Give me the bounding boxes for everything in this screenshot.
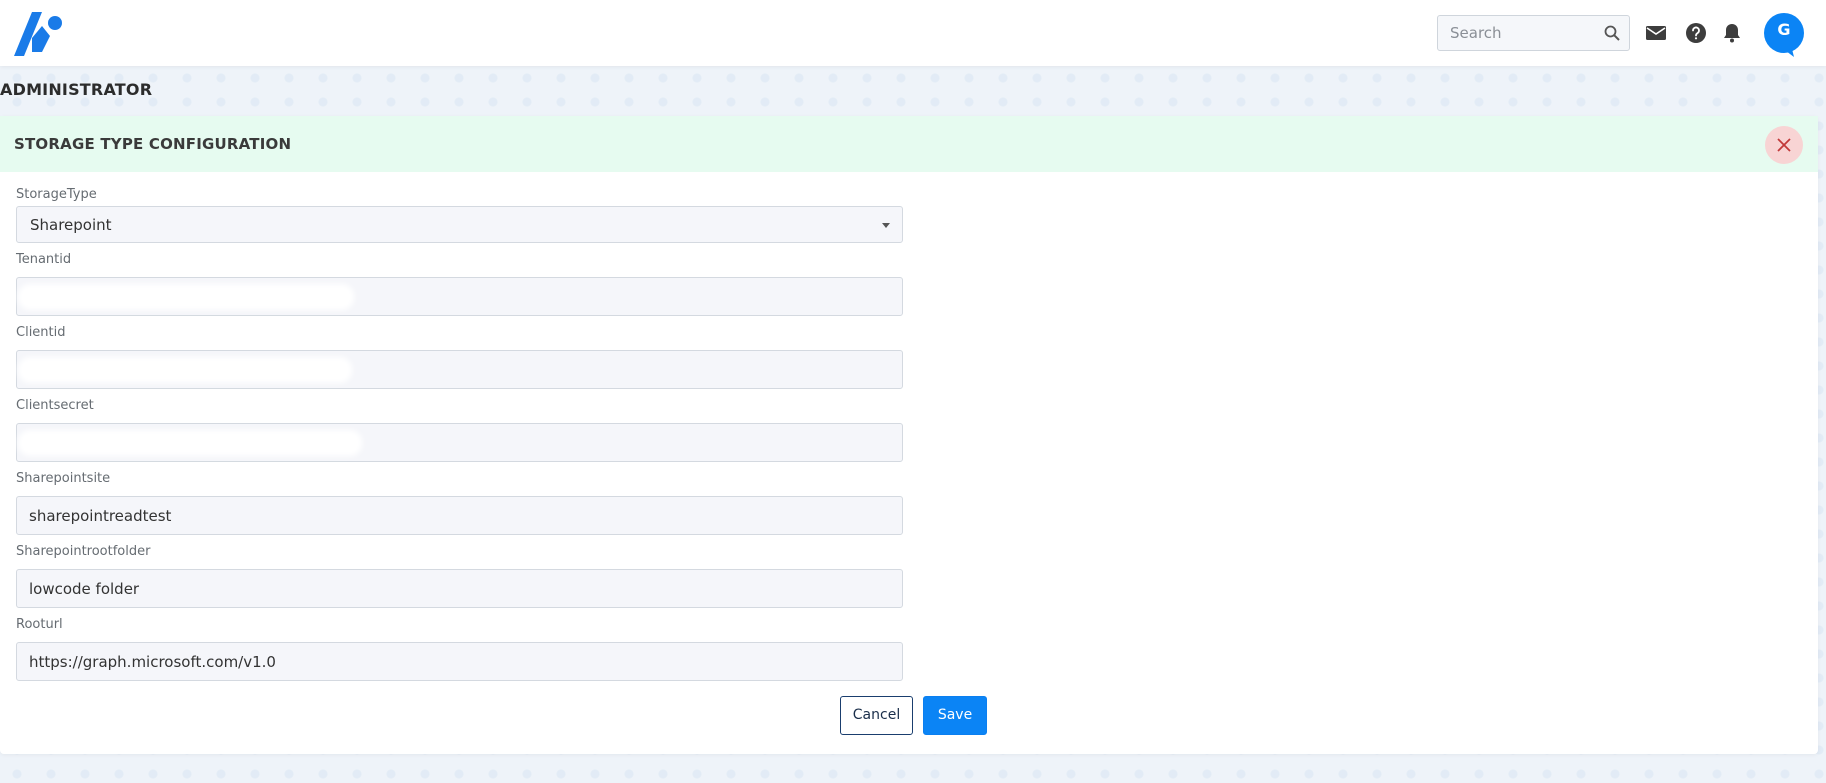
sharepoint-site-label: Sharepointsite <box>16 471 111 486</box>
app-logo-icon[interactable] <box>14 12 64 56</box>
storage-type-label: StorageType <box>16 187 97 202</box>
page-title: ADMINISTRATOR <box>0 80 153 99</box>
save-button[interactable]: Save <box>923 696 987 735</box>
help-icon[interactable] <box>1684 21 1708 45</box>
tenant-id-field <box>16 277 903 316</box>
tenant-id-label: Tenantid <box>16 252 72 267</box>
redacted-value <box>18 357 352 383</box>
close-icon <box>1777 138 1791 152</box>
root-url-input[interactable] <box>17 643 902 680</box>
client-secret-field <box>16 423 903 462</box>
user-avatar[interactable]: G <box>1764 13 1804 57</box>
top-header: G <box>0 0 1826 66</box>
client-id-label: Clientid <box>16 325 66 340</box>
caret-down-icon <box>882 223 890 228</box>
search-input[interactable] <box>1438 16 1598 50</box>
client-secret-label: Clientsecret <box>16 398 94 413</box>
storage-type-select[interactable]: Sharepoint <box>16 206 903 243</box>
panel-title: STORAGE TYPE CONFIGURATION <box>14 135 292 153</box>
close-button[interactable] <box>1765 126 1803 164</box>
sharepoint-site-input[interactable] <box>17 497 902 534</box>
cancel-button[interactable]: Cancel <box>840 696 913 735</box>
avatar-initial: G <box>1777 20 1791 39</box>
sharepoint-site-field <box>16 496 903 535</box>
panel-header: STORAGE TYPE CONFIGURATION <box>0 116 1818 172</box>
client-id-field <box>16 350 903 389</box>
root-url-field <box>16 642 903 681</box>
bell-icon[interactable] <box>1720 21 1744 45</box>
root-url-label: Rooturl <box>16 617 63 632</box>
mail-icon[interactable] <box>1644 21 1668 45</box>
sharepoint-root-folder-input[interactable] <box>17 570 902 607</box>
redacted-value <box>18 430 362 456</box>
sharepoint-root-folder-field <box>16 569 903 608</box>
sharepoint-root-folder-label: Sharepointrootfolder <box>16 544 151 559</box>
search-box <box>1437 15 1630 51</box>
search-icon[interactable] <box>1603 24 1621 42</box>
storage-type-value: Sharepoint <box>30 216 112 234</box>
redacted-value <box>18 284 354 310</box>
